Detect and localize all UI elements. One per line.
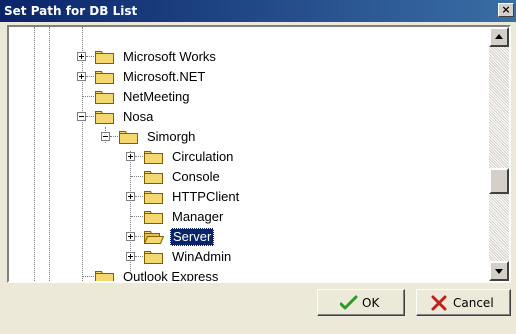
tree-item[interactable]: Manager: [126, 207, 426, 227]
set-path-dialog: Set Path for DB List × Microsoft Works M…: [0, 0, 516, 334]
folder-icon: [95, 270, 115, 281]
ok-button-label: OK: [362, 296, 380, 310]
checkmark-icon: [340, 295, 358, 310]
folder-icon: [95, 110, 115, 124]
tree-item[interactable]: Microsoft Works: [77, 47, 377, 67]
expand-button[interactable]: [126, 192, 135, 201]
tree-connector: [135, 236, 143, 237]
tree-item-label: Outlook Express: [123, 269, 219, 281]
folder-icon: [119, 130, 139, 144]
cancel-button[interactable]: Cancel: [416, 289, 511, 316]
tree-connector: [131, 176, 143, 177]
close-button[interactable]: ×: [498, 3, 514, 17]
tree-item[interactable]: WinAdmin: [126, 247, 426, 267]
cancel-button-label: Cancel: [453, 296, 494, 310]
vertical-scrollbar[interactable]: [489, 27, 509, 281]
tree-item-label: Microsoft Works: [123, 49, 216, 64]
tree-item-label: WinAdmin: [172, 249, 232, 264]
tree-item[interactable]: Circulation: [126, 147, 426, 167]
tree-connector: [135, 196, 143, 197]
scroll-up-button[interactable]: [489, 27, 509, 47]
folder-icon: [144, 150, 164, 164]
collapse-button[interactable]: [101, 132, 110, 141]
tree-guide-line: [34, 27, 35, 281]
tree-item-label: NetMeeting: [123, 89, 190, 104]
tree-item-label: Circulation: [172, 149, 234, 164]
tree-item[interactable]: NetMeeting: [77, 87, 377, 107]
expand-button[interactable]: [126, 252, 135, 261]
tree-item-label: Console: [172, 169, 220, 184]
tree-item[interactable]: Outlook Express: [77, 267, 377, 281]
title-bar: Set Path for DB List ×: [0, 0, 516, 22]
tree-connector: [131, 216, 143, 217]
tree-item-label: HTTPClient: [172, 189, 240, 204]
tree-connector: [82, 276, 94, 277]
tree-item-label: Microsoft.NET: [123, 69, 206, 84]
tree-guide-line: [49, 27, 50, 281]
tree-connector: [135, 156, 143, 157]
folder-icon: [144, 210, 164, 224]
folder-icon: [95, 70, 115, 84]
tree-connector: [86, 116, 94, 117]
dialog-title: Set Path for DB List: [4, 4, 138, 18]
close-icon: ×: [501, 3, 511, 16]
arrow-up-icon: [495, 34, 503, 39]
tree-item[interactable]: HTTPClient: [126, 187, 426, 207]
folder-icon: [144, 170, 164, 184]
tree-viewport: Microsoft Works Microsoft.NET NetMeeting: [9, 27, 489, 281]
folder-icon: [95, 50, 115, 64]
x-icon: [431, 295, 447, 311]
scroll-down-button[interactable]: [489, 261, 509, 281]
tree-item[interactable]: Console: [126, 167, 426, 187]
tree-item-label: Simorgh: [147, 129, 196, 144]
tree-connector: [82, 96, 94, 97]
expand-button[interactable]: [77, 52, 86, 61]
tree-connector: [110, 136, 118, 137]
folder-icon: [144, 190, 164, 204]
tree-item[interactable]: Microsoft.NET: [77, 67, 377, 87]
scroll-thumb[interactable]: [489, 168, 509, 194]
tree-item[interactable]: Simorgh: [101, 127, 401, 147]
tree-item[interactable]: Nosa: [77, 107, 377, 127]
tree-item-label: Server: [170, 228, 215, 246]
ok-button[interactable]: OK: [317, 289, 405, 316]
expand-button[interactable]: [77, 72, 86, 81]
tree-connector: [86, 76, 94, 77]
folder-icon: [144, 250, 164, 264]
tree-connector: [86, 56, 94, 57]
collapse-button[interactable]: [77, 112, 86, 121]
folder-icon: [95, 90, 115, 104]
tree-item-label: Nosa: [123, 109, 154, 124]
expand-button[interactable]: [126, 232, 135, 241]
expand-button[interactable]: [126, 152, 135, 161]
folder-tree[interactable]: Microsoft Works Microsoft.NET NetMeeting: [7, 25, 511, 283]
tree-connector: [135, 256, 143, 257]
tree-item-selected[interactable]: Server: [126, 227, 426, 247]
arrow-down-icon: [495, 269, 503, 274]
open-folder-icon: [144, 230, 164, 244]
tree-item-label: Manager: [172, 209, 224, 224]
